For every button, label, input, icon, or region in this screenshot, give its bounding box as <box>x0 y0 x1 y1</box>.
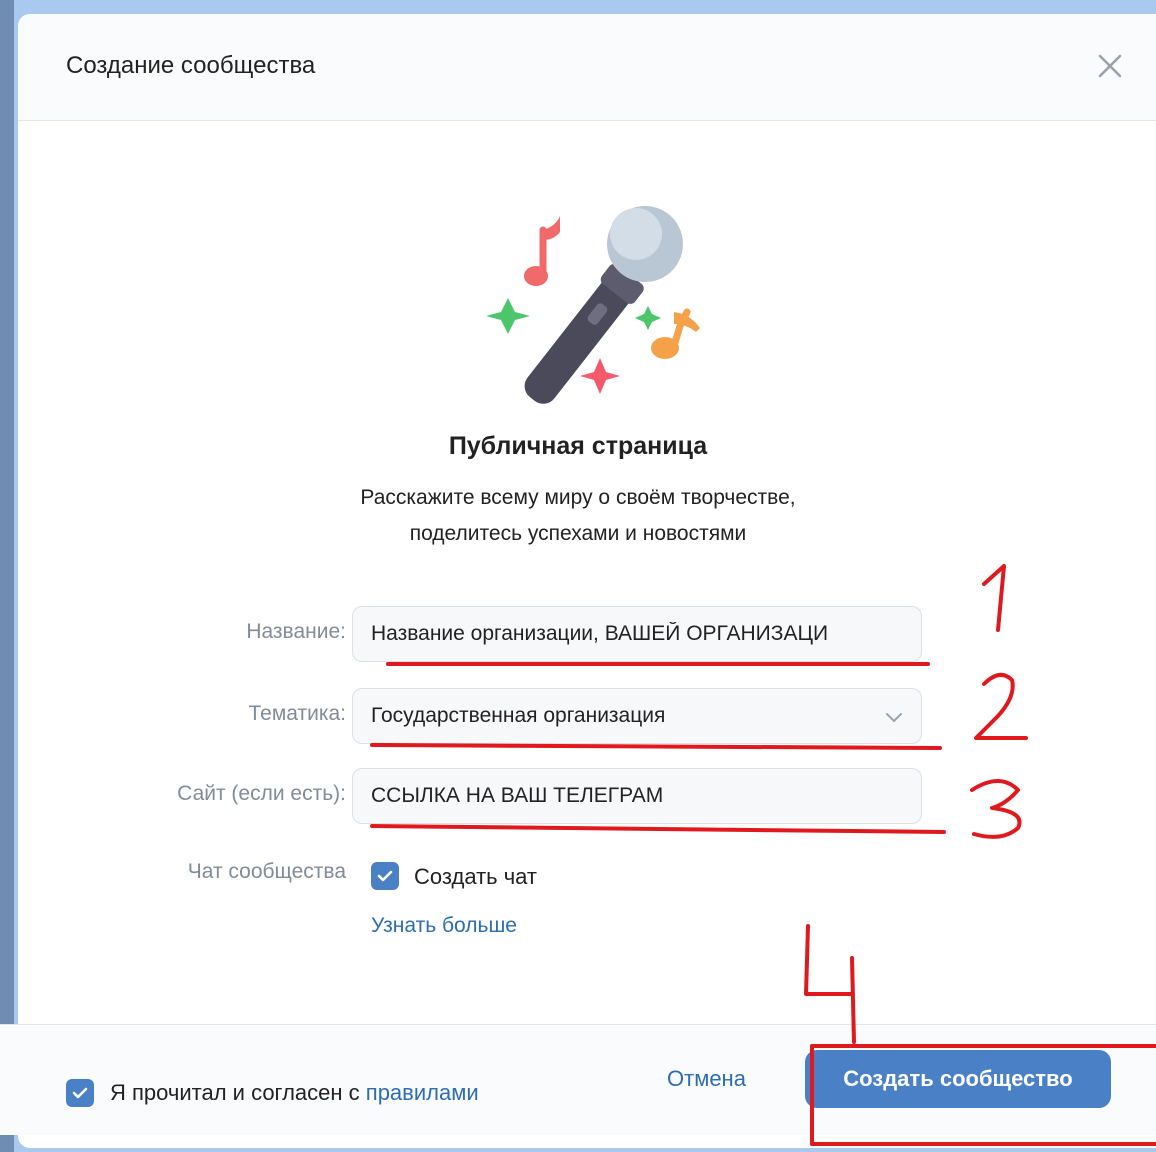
cancel-button[interactable]: Отмена <box>667 1066 746 1092</box>
site-value: ССЫЛКА НА ВАШ ТЕЛЕГРАМ <box>371 784 664 807</box>
name-value: Название организации, ВАШЕЙ ОРГАНИЗАЦИ <box>371 622 829 645</box>
site-label: Сайт (если есть): <box>177 782 346 805</box>
topic-value: Государственная организация <box>371 704 666 727</box>
description-line-1: Расскажите всему миру о своём творчестве… <box>360 486 796 509</box>
topic-label: Тематика: <box>248 702 347 725</box>
chat-label: Чат сообщества <box>187 860 346 883</box>
page-type-description: Расскажите всему миру о своём творчестве… <box>0 480 1156 552</box>
agree-checkbox[interactable] <box>66 1079 94 1107</box>
topic-select[interactable]: Государственная организация <box>352 688 922 744</box>
microphone-illustration-icon <box>486 206 700 404</box>
create-community-modal: Создание сообщества <box>18 14 1156 1148</box>
agree-text-main: Я прочитал и согласен с <box>110 1080 366 1105</box>
page-type-title: Публичная страница <box>448 432 708 460</box>
site-field[interactable]: ССЫЛКА НА ВАШ ТЕЛЕГРАМ <box>352 768 922 824</box>
modal-header: Создание сообщества <box>18 14 1156 121</box>
page-backdrop <box>0 0 14 1152</box>
rules-link[interactable]: правилами <box>366 1080 479 1105</box>
create-chat-checkbox[interactable] <box>371 862 399 890</box>
create-chat-label[interactable]: Создать чат <box>414 864 537 890</box>
checkmark-icon <box>377 870 393 882</box>
learn-more-link[interactable]: Узнать больше <box>371 914 517 938</box>
modal-title: Создание сообщества <box>66 52 316 79</box>
description-line-2: поделитесь успехами и новостями <box>409 522 747 545</box>
name-field[interactable]: Название организации, ВАШЕЙ ОРГАНИЗАЦИ <box>352 606 922 662</box>
close-icon[interactable] <box>1096 52 1124 80</box>
create-community-button[interactable]: Создать сообщество <box>805 1050 1111 1108</box>
name-label: Название: <box>246 620 346 643</box>
checkmark-icon <box>72 1087 88 1099</box>
agree-text: Я прочитал и согласен с правилами <box>110 1080 479 1106</box>
chevron-down-icon <box>886 713 902 723</box>
